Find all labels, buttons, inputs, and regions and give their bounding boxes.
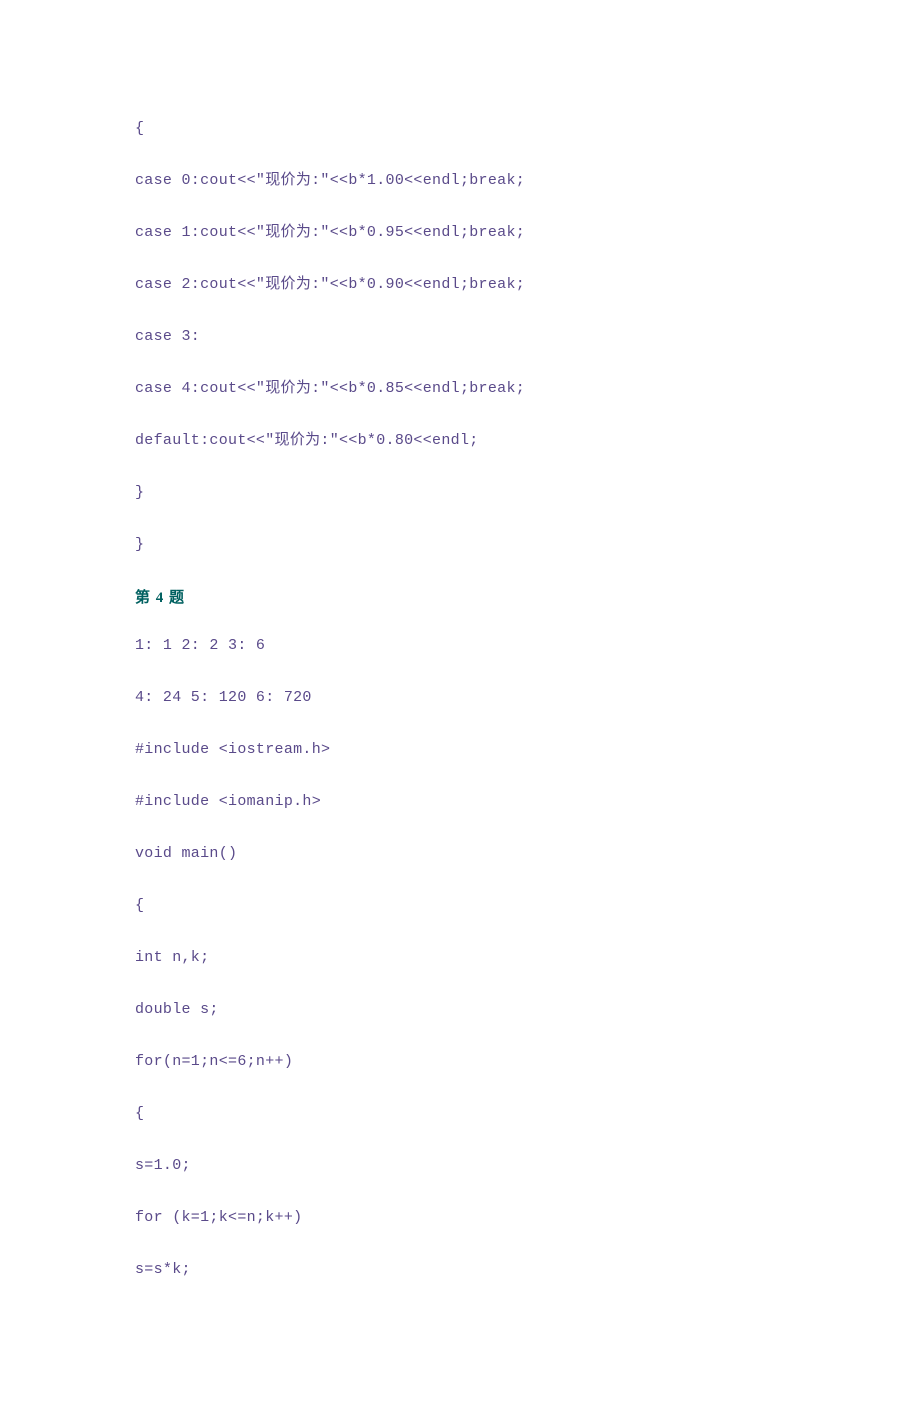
- section-heading: 第 4 题: [135, 586, 790, 607]
- code-line: 4: 24 5: 120 6: 720: [135, 687, 790, 708]
- code-line: {: [135, 118, 790, 139]
- code-line: default:cout<<"现价为:"<<b*0.80<<endl;: [135, 430, 790, 451]
- code-line: s=1.0;: [135, 1155, 790, 1176]
- code-line: #include <iomanip.h>: [135, 791, 790, 812]
- code-line: case 0:cout<<"现价为:"<<b*1.00<<endl;break;: [135, 170, 790, 191]
- code-line: case 4:cout<<"现价为:"<<b*0.85<<endl;break;: [135, 378, 790, 399]
- code-line: case 1:cout<<"现价为:"<<b*0.95<<endl;break;: [135, 222, 790, 243]
- code-line: for(n=1;n<=6;n++): [135, 1051, 790, 1072]
- code-line: void main(): [135, 843, 790, 864]
- code-line: int n,k;: [135, 947, 790, 968]
- code-line: {: [135, 1103, 790, 1124]
- code-line: double s;: [135, 999, 790, 1020]
- content-container: { case 0:cout<<"现价为:"<<b*1.00<<endl;break…: [135, 118, 790, 1280]
- document-page: { case 0:cout<<"现价为:"<<b*1.00<<endl;break…: [0, 0, 920, 1411]
- code-line: for (k=1;k<=n;k++): [135, 1207, 790, 1228]
- code-line: #include <iostream.h>: [135, 739, 790, 760]
- code-line: {: [135, 895, 790, 916]
- code-line: }: [135, 482, 790, 503]
- code-line: case 2:cout<<"现价为:"<<b*0.90<<endl;break;: [135, 274, 790, 295]
- code-line: }: [135, 534, 790, 555]
- code-line: 1: 1 2: 2 3: 6: [135, 635, 790, 656]
- code-line: s=s*k;: [135, 1259, 790, 1280]
- code-line: case 3:: [135, 326, 790, 347]
